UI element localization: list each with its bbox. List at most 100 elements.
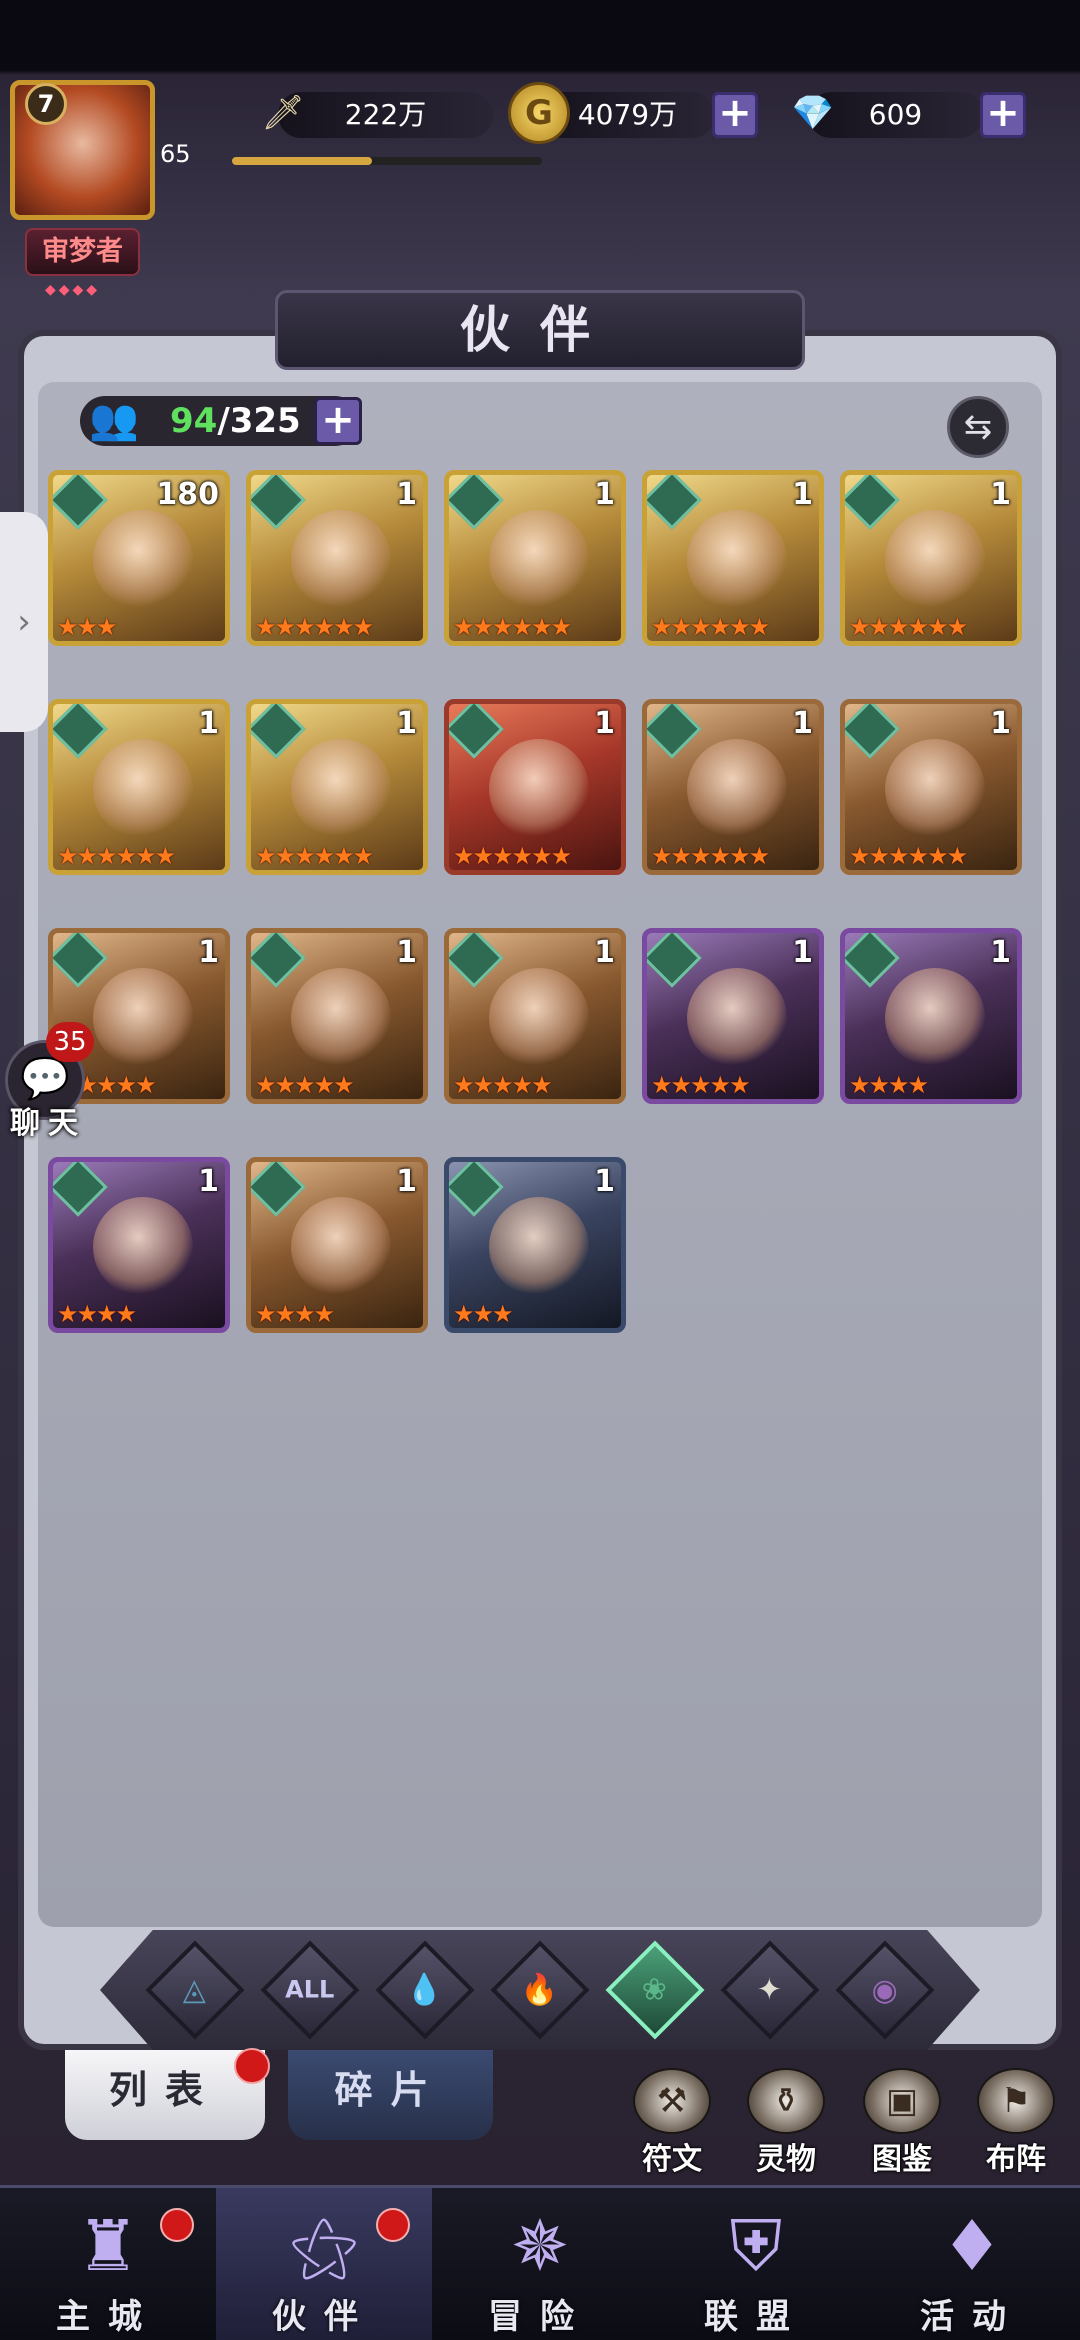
partner-portrait <box>687 510 787 610</box>
partner-level: 1 <box>990 706 1011 741</box>
quick-button-label: 符文 <box>642 2142 702 2177</box>
partner-level: 1 <box>594 706 615 741</box>
compass-icon: ✵ <box>510 2205 570 2287</box>
element-icon <box>647 475 702 530</box>
partner-portrait <box>489 968 589 1068</box>
partner-card[interactable]: 1 ★★★★★★ <box>48 699 230 875</box>
partner-level: 1 <box>396 477 417 512</box>
roster-count-total: /325 <box>217 401 301 441</box>
quick-button-label: 布阵 <box>986 2142 1046 2177</box>
partner-stars: ★★★★ <box>849 1071 929 1099</box>
castle-icon: ♜ <box>76 2205 140 2287</box>
partner-card[interactable]: 1 ★★★★★★ <box>246 470 428 646</box>
partner-card[interactable]: 1 ★★★★★ <box>444 928 626 1104</box>
codex-button[interactable]: ▣ 图鉴 <box>858 2068 946 2177</box>
element-icon <box>251 704 306 759</box>
partner-portrait <box>93 968 193 1068</box>
element-icon <box>845 704 900 759</box>
partner-stars: ★★★★ <box>255 1300 335 1328</box>
partner-card[interactable]: 1 ★★★★★★ <box>642 470 824 646</box>
partner-card[interactable]: 1 ★★★★★★ <box>840 470 1022 646</box>
add-gold-button[interactable]: + <box>712 92 758 138</box>
partner-portrait <box>885 968 985 1068</box>
element-icon <box>647 704 702 759</box>
element-icon <box>845 933 900 988</box>
partner-portrait <box>291 510 391 610</box>
partner-card[interactable]: 1 ★★★★★★ <box>840 699 1022 875</box>
partner-level: 1 <box>396 1164 417 1199</box>
element-icon <box>53 475 108 530</box>
wizard-hat-icon: ⚝ <box>289 2205 359 2287</box>
partner-card[interactable]: 1 ★★★★★★ <box>444 699 626 875</box>
expand-roster-button[interactable]: + <box>314 397 362 445</box>
element-icon <box>53 933 108 988</box>
player-avatar[interactable]: 7 <box>10 80 155 220</box>
filter-light-icon: ◬ <box>183 1972 207 2008</box>
partner-portrait <box>93 1197 193 1297</box>
partner-card[interactable]: 180 ★★★ <box>48 470 230 646</box>
partner-card[interactable]: 1 ★★★★★★ <box>246 699 428 875</box>
partner-portrait <box>885 510 985 610</box>
exp-progress-bar <box>232 157 542 165</box>
nav-label: 冒险 <box>488 2297 592 2337</box>
partner-level: 1 <box>594 477 615 512</box>
add-diamond-button[interactable]: + <box>980 92 1026 138</box>
roster-count-current: 94 <box>170 401 218 441</box>
sort-toggle-button[interactable]: ⇆ <box>947 396 1009 458</box>
side-drawer-tab[interactable]: › <box>0 512 48 732</box>
rune-button[interactable]: ⚒ 符文 <box>628 2068 716 2177</box>
element-icon <box>251 1162 306 1217</box>
chevron-right-icon: › <box>17 602 31 642</box>
cards-icon: ♦ <box>940 2205 1004 2287</box>
partner-stars: ★★★ <box>453 1300 514 1328</box>
notification-dot <box>234 2048 270 2084</box>
partner-card[interactable]: 1 ★★★★★★ <box>444 470 626 646</box>
partner-card[interactable]: 1 ★★★★ <box>48 1157 230 1333</box>
nav-label: 活动 <box>920 2297 1024 2337</box>
partner-level: 1 <box>990 935 1011 970</box>
formation-button[interactable]: ⚑ 布阵 <box>972 2068 1060 2177</box>
partner-card[interactable]: 1 ★★★★★ <box>246 928 428 1104</box>
partner-stars: ★★★★★★ <box>57 842 176 870</box>
partner-card[interactable]: 1 ★★★★★★ <box>642 699 824 875</box>
nav-item-5[interactable]: ♦ 活动 <box>864 2188 1080 2340</box>
four-diamonds-icon: ◆◆◆◆ <box>45 282 101 298</box>
partner-stars: ★★★★★★ <box>453 842 572 870</box>
partner-level: 1 <box>594 1164 615 1199</box>
partner-level: 1 <box>198 706 219 741</box>
chat-label[interactable]: 聊天 <box>10 1098 86 1142</box>
partner-portrait <box>687 968 787 1068</box>
nav-label: 伙伴 <box>272 2297 376 2337</box>
partner-portrait <box>291 968 391 1068</box>
partner-level: 1 <box>792 477 813 512</box>
chat-unread-badge: 35 <box>46 1022 94 1062</box>
nav-item-4[interactable]: ⛨ 联盟 <box>648 2188 864 2340</box>
partner-stars: ★★★★★★ <box>255 613 374 641</box>
partner-stars: ★★★★★★ <box>651 613 770 641</box>
partner-portrait <box>291 739 391 839</box>
partner-card[interactable]: 1 ★★★ <box>444 1157 626 1333</box>
partner-portrait <box>93 739 193 839</box>
shield-icon: ⛨ <box>729 2205 783 2287</box>
partner-portrait <box>687 739 787 839</box>
quick-button-label: 图鉴 <box>872 2142 932 2177</box>
nav-item-3[interactable]: ✵ 冒险 <box>432 2188 648 2340</box>
partner-portrait <box>489 1197 589 1297</box>
element-icon <box>449 475 504 530</box>
partner-card[interactable]: 1 ★★★★ <box>246 1157 428 1333</box>
page-title: 伙伴 <box>275 290 805 370</box>
player-rank-title[interactable]: 审梦者 <box>25 228 140 276</box>
element-icon <box>53 704 108 759</box>
partner-level: 1 <box>198 1164 219 1199</box>
partner-level: 1 <box>198 935 219 970</box>
partner-card[interactable]: 1 ★★★★★ <box>642 928 824 1104</box>
partner-card[interactable]: 1 ★★★★ <box>840 928 1022 1104</box>
roster-count: 94/325 <box>170 396 301 446</box>
tab-fragments[interactable]: 碎片 <box>288 2050 493 2140</box>
nav-item-2[interactable]: ⚝ 伙伴 <box>216 2188 432 2340</box>
nav-item-1[interactable]: ♜ 主城 <box>0 2188 216 2340</box>
partner-stars: ★★★★★★ <box>651 842 770 870</box>
spirit-item-button[interactable]: ⚱ 灵物 <box>742 2068 830 2177</box>
partner-level: 1 <box>396 706 417 741</box>
filter-dark-icon: ◉ <box>871 1972 899 2008</box>
